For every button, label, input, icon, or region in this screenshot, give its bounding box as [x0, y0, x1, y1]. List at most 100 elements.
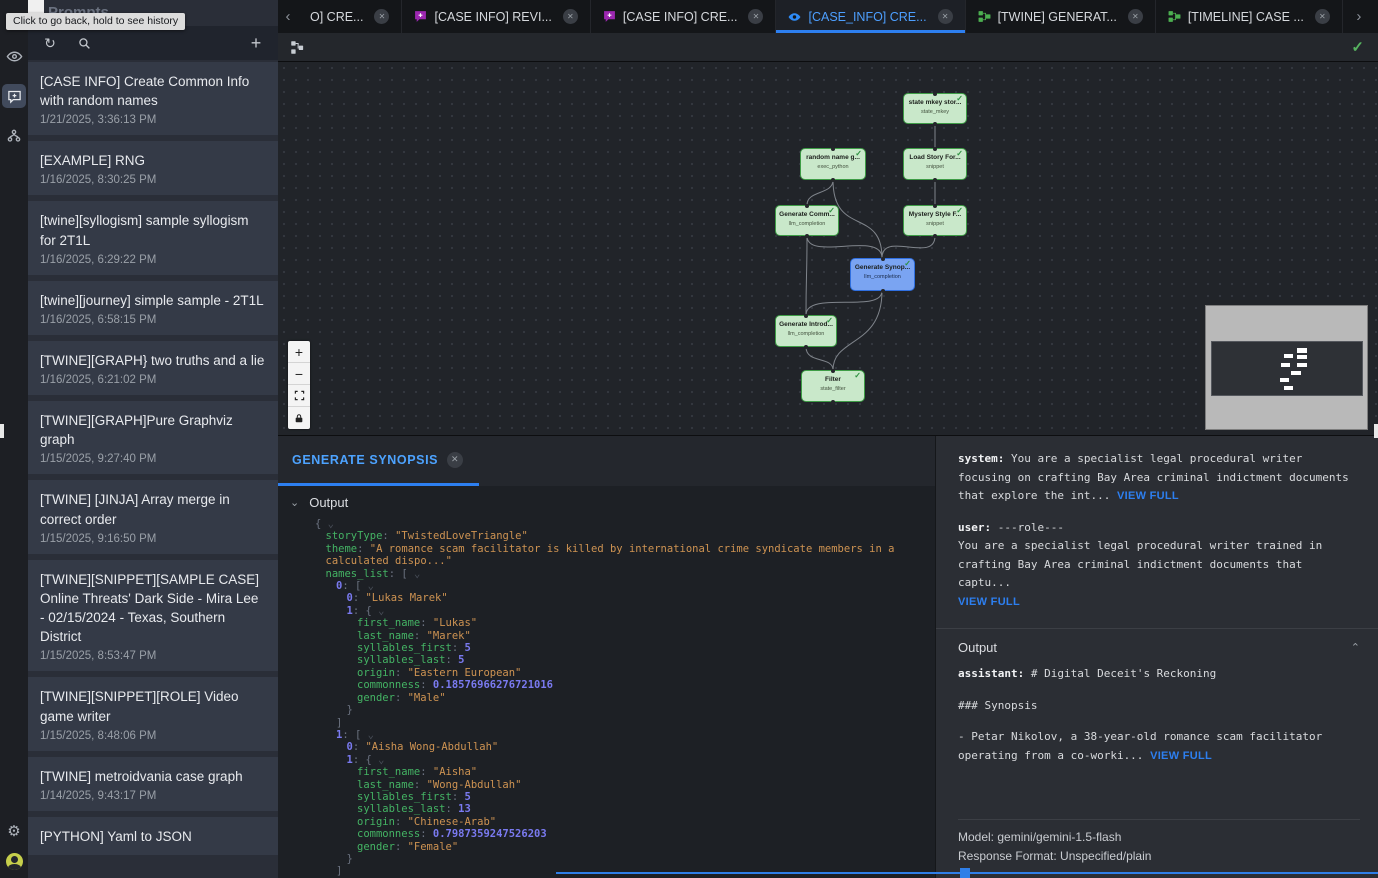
right-edge-resize-handle[interactable]: [1374, 424, 1378, 438]
zoom-out-button[interactable]: −: [288, 363, 310, 385]
tab-case-info-cre[interactable]: [CASE INFO] CRE...✕: [591, 0, 777, 33]
fit-view-button[interactable]: [288, 385, 310, 407]
lock-button[interactable]: [288, 407, 310, 429]
prompt-list-item-twine-syllogism-sample-syllogi[interactable]: [twine][syllogism] sample syllogism for …: [28, 201, 278, 274]
node-type-label: llm_completion: [776, 331, 836, 337]
collapse-caret[interactable]: ⌄: [368, 580, 374, 592]
graph-branch-icon[interactable]: [290, 40, 305, 55]
user-avatar[interactable]: [6, 853, 23, 870]
refresh-icon[interactable]: ↻: [42, 35, 58, 51]
tab-o-cre[interactable]: O] CRE...✕: [298, 0, 402, 33]
close-icon[interactable]: ✕: [447, 452, 463, 468]
prompt-list-item-case-info-create-common-info-w[interactable]: [CASE INFO] Create Common Info with rand…: [28, 62, 278, 135]
json-token: last_name: [357, 779, 414, 791]
graph-node-generate-introd[interactable]: Generate Introd...llm_completion✓: [775, 315, 837, 347]
json-token: storyType: [326, 530, 383, 542]
collapse-caret[interactable]: ⌄: [378, 754, 384, 766]
tab-close-icon[interactable]: ✕: [563, 9, 578, 24]
response-format-line: Response Format: Unspecified/plain: [958, 847, 1360, 866]
json-line: }: [278, 853, 905, 865]
zoom-in-button[interactable]: +: [288, 341, 310, 363]
json-token: "Aisha": [433, 766, 477, 778]
node-type-label: llm_completion: [851, 274, 914, 280]
prompt-list-item-twine-snippet-role-video-game-[interactable]: [TWINE][SNIPPET][ROLE] Video game writer…: [28, 677, 278, 750]
view-full-link-system[interactable]: VIEW FULL: [1117, 490, 1179, 502]
node-success-check-icon: ✓: [828, 206, 835, 215]
graph-tab-icon: [1168, 10, 1181, 23]
chevron-down-icon: ⌄: [290, 496, 299, 509]
json-token: syllables_last: [357, 654, 446, 666]
prompt-list-item-twine-graph-pure-graphviz-grap[interactable]: [TWINE][GRAPH]Pure Graphviz graph1/15/20…: [28, 401, 278, 474]
tab-scroll-right[interactable]: ›: [1349, 0, 1369, 33]
workflow-success-check-icon: ✓: [1351, 38, 1364, 56]
json-token: }: [347, 853, 353, 865]
json-token: "Eastern European": [408, 667, 522, 679]
graph-node-generate-synop[interactable]: Generate Synop...llm_completion✓: [850, 258, 915, 291]
prompt-list-item-python-yaml-to-json[interactable]: [PYTHON] Yaml to JSON: [28, 817, 278, 855]
json-token: syllables_first: [357, 791, 452, 803]
prompt-timestamp: 1/16/2025, 8:30:25 PM: [40, 174, 266, 186]
json-line: 0: "Aisha Wong-Abdullah": [278, 741, 905, 753]
tab-scroll-left[interactable]: ‹: [278, 0, 298, 33]
back-button[interactable]: [28, 0, 44, 13]
collapse-caret[interactable]: ⌄: [328, 518, 334, 530]
prompt-list-item-twine-jinja-array-merge-in-cor[interactable]: [TWINE] [JINJA] Array merge in correct o…: [28, 480, 278, 553]
prompt-title: [TWINE][SNIPPET][ROLE] Video game writer: [40, 687, 266, 725]
resize-handle[interactable]: [960, 868, 970, 878]
json-line: ]: [278, 717, 905, 729]
output-section-label: Output: [309, 495, 348, 510]
json-line: first_name: "Lukas": [278, 617, 905, 629]
prompt-list-item-example-rng[interactable]: [EXAMPLE] RNG1/16/2025, 8:30:25 PM: [28, 141, 278, 195]
json-token: ]: [336, 717, 342, 729]
tab-generate-synopsis[interactable]: GENERATE SYNOPSIS ✕: [278, 436, 479, 486]
prompt-timestamp: 1/15/2025, 9:27:40 PM: [40, 453, 266, 465]
graph-canvas[interactable]: + −: [278, 62, 1378, 435]
tab-label: [TWINE] GENERAT...: [998, 10, 1117, 24]
collapse-caret[interactable]: ⌄: [414, 568, 420, 580]
tab-case-info-revi[interactable]: [CASE INFO] REVI...✕: [402, 0, 590, 33]
graph-node-random-name-g[interactable]: random name g...exec_python✓: [800, 148, 866, 180]
tab-close-icon[interactable]: ✕: [1128, 9, 1143, 24]
graph-node-load-story-for[interactable]: Load Story For...snippet✓: [903, 148, 967, 180]
collapse-caret[interactable]: ⌄: [368, 729, 374, 741]
json-line: storyType: "TwistedLoveTriangle": [278, 530, 905, 542]
tab-label: [TIMELINE] CASE ...: [1188, 10, 1304, 24]
lock-icon: [294, 413, 304, 424]
prompt-list-item-twine-journey-simple-sample-2t[interactable]: [twine][journey] simple sample - 2T1L1/1…: [28, 281, 278, 335]
workflow-rail-button[interactable]: [2, 124, 26, 148]
prompts-chat-icon-button[interactable]: [2, 84, 26, 108]
settings-gear-icon[interactable]: ⚙: [7, 824, 20, 839]
json-token: first_name: [357, 617, 420, 629]
graph-node-generate-comm[interactable]: Generate Comm...llm_completion✓: [775, 205, 839, 236]
tab-twine-generat[interactable]: [TWINE] GENERAT... ✕: [966, 0, 1156, 33]
add-prompt-button[interactable]: +: [248, 35, 264, 51]
tab-close-icon[interactable]: ✕: [1315, 9, 1330, 24]
tab-bar: ‹ O] CRE...✕[CASE INFO] REVI...✕[CASE IN…: [278, 0, 1378, 33]
view-full-link-assistant[interactable]: VIEW FULL: [1150, 750, 1212, 762]
graph-node-mystery-style-f[interactable]: Mystery Style F...snippet✓: [903, 205, 967, 236]
tab-close-icon[interactable]: ✕: [374, 9, 389, 24]
assistant-message-title: # Digital Deceit's Reckoning: [1024, 667, 1216, 680]
eye-view-icon[interactable]: [2, 44, 26, 68]
graph-node-state-mkey-stor[interactable]: state mkey stor...state_mkey✓: [903, 93, 967, 124]
prompt-list-item-twine-metroidvania-case-graph[interactable]: [TWINE] metroidvania case graph1/14/2025…: [28, 757, 278, 811]
prompt-list-item-twine-snippet-sample-case-onli[interactable]: [TWINE][SNIPPET][SAMPLE CASE] Online Thr…: [28, 560, 278, 672]
tab-case-info-cre[interactable]: [CASE_INFO] CRE...✕: [776, 0, 965, 33]
view-full-link-user[interactable]: VIEW FULL: [958, 596, 1020, 608]
prompt-list-item-twine-graph-two-truths-and-a-l[interactable]: [TWINE][GRAPH} two truths and a lie1/16/…: [28, 341, 278, 395]
output-section-header[interactable]: ⌄ Output: [278, 486, 935, 518]
tab-close-icon[interactable]: ✕: [748, 9, 763, 24]
json-token: :: [420, 617, 433, 629]
minimap[interactable]: [1205, 305, 1368, 430]
json-token: 5: [458, 654, 464, 666]
tab-close-icon[interactable]: ✕: [938, 9, 953, 24]
graph-node-filter[interactable]: Filterstate_filter✓: [801, 370, 865, 402]
json-line: { ⌄: [278, 518, 905, 530]
left-edge-resize-handle[interactable]: [0, 424, 4, 438]
response-output-header[interactable]: Output ⌃: [958, 631, 1360, 665]
search-icon[interactable]: [76, 35, 92, 51]
json-line: 0: [ ⌄: [278, 580, 905, 592]
collapse-caret[interactable]: ⌄: [378, 605, 384, 617]
tab-timeline-case[interactable]: [TIMELINE] CASE ... ✕: [1156, 0, 1343, 33]
prompt-list: [CASE INFO] Create Common Info with rand…: [28, 60, 278, 878]
